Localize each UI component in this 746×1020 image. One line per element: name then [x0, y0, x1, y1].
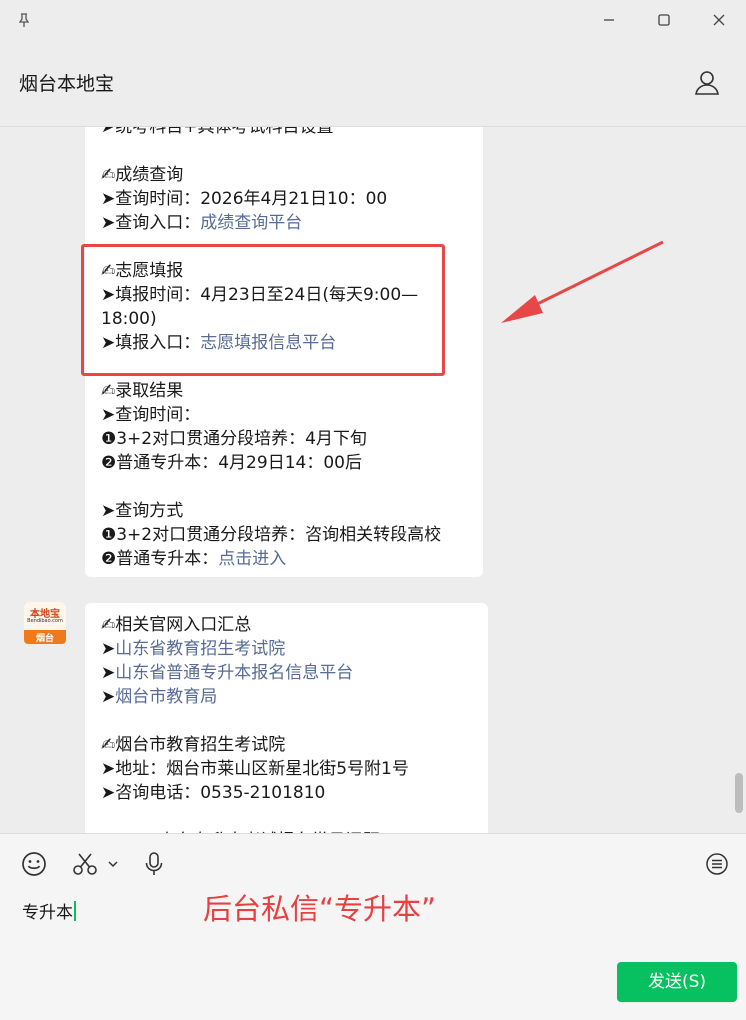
message-line: ➤咨询电话：0535-2101810	[101, 781, 472, 805]
message-line	[101, 805, 472, 829]
message-line-text: ❷普通专升本：4月29日14：00后	[101, 453, 362, 473]
message-bubble: ✍相关官网入口汇总 ➤山东省教育招生考试院 ➤山东省普通专升本报名信息平台 ➤烟台市教…	[85, 603, 488, 833]
message-line-text: ✍相关官网入口汇总	[101, 615, 252, 635]
message-line: ✍相关官网入口汇总	[101, 613, 472, 637]
maximize-icon[interactable]	[652, 8, 676, 32]
send-button[interactable]: 发送(S)	[617, 962, 737, 1002]
composer: 专升本 后台私信“专升本” 发送(S)	[0, 833, 746, 1020]
message-link[interactable]: 烟台市教育局	[115, 687, 217, 707]
avatar-city-tag: 烟台	[35, 634, 54, 644]
message-line: ➤地址：烟台市莱山区新星北街5号附1号	[101, 757, 472, 781]
chat-header: 烟台本地宝	[0, 40, 746, 127]
annotation-arrow-icon	[501, 240, 664, 323]
message-line-text: ➤查询入口：	[101, 213, 201, 233]
message-line: ➤查询时间：	[101, 403, 467, 427]
avatar[interactable]: 本地宝 Bendibao.com 烟台	[24, 602, 66, 644]
message-line-text: ➤查询方式	[101, 501, 184, 521]
message-line-text: ❶3+2对口贯通分段培养：4月下旬	[101, 429, 367, 449]
message-input[interactable]: 专升本	[22, 898, 76, 923]
user-profile-icon[interactable]	[692, 68, 722, 98]
message-line: ➤查询方式	[101, 499, 467, 523]
microphone-icon[interactable]	[142, 850, 166, 878]
message-line: ➤查询时间：2026年4月21日10：00	[101, 187, 467, 211]
message-line: ➤统考科目+具体考试科目设置	[101, 127, 467, 139]
message-line-text: ❶3+2对口贯通分段培养：咨询相关转段高校	[101, 525, 442, 545]
message-line	[101, 475, 467, 499]
message-line: ➤山东省教育招生考试院	[101, 637, 472, 661]
window-titlebar	[0, 0, 746, 40]
message-line: ❶3+2对口贯通分段培养：4月下旬	[101, 427, 467, 451]
message-list[interactable]: ➤统考科目+具体考试科目设置 ✍成绩查询 ➤查询时间：2026年4月21日10：00…	[0, 127, 746, 833]
close-icon[interactable]	[707, 8, 731, 32]
message-line-text: ➤查询时间：	[101, 405, 201, 425]
emoji-icon[interactable]	[20, 850, 48, 878]
text-caret	[74, 901, 76, 921]
message-line-text: ❷普通专升本：	[101, 549, 219, 569]
message-line-text: ➤	[101, 663, 116, 683]
screenshot-scissors-icon[interactable]	[70, 850, 100, 878]
message-line	[101, 709, 472, 733]
message-line: ➤山东省普通专升本报名信息平台	[101, 661, 472, 685]
message-link[interactable]: 成绩查询平台	[200, 213, 302, 233]
message-line-text: ➤	[101, 639, 116, 659]
minimize-icon[interactable]	[597, 8, 621, 32]
message-line: ❷普通专升本：点击进入	[101, 547, 467, 571]
message-line-text: ➤地址：烟台市莱山区新星北街5号附1号	[101, 759, 409, 779]
message-line-text: ➤咨询电话：0535-2101810	[101, 783, 326, 803]
message-line: ➤查询入口：成绩查询平台	[101, 211, 467, 235]
message-line: ✍成绩查询	[101, 163, 467, 187]
message-link[interactable]: 山东省普通专升本报名信息平台	[115, 663, 353, 683]
message-line-text: ✍录取结果	[101, 381, 184, 401]
message-line: ➤烟台市教育局	[101, 685, 472, 709]
chat-title: 烟台本地宝	[19, 73, 115, 95]
annotation-highlight-box	[81, 244, 445, 376]
message-line-text: ✍成绩查询	[101, 165, 184, 185]
message-line-text: ➤	[101, 687, 116, 707]
message-link[interactable]: 点击进入	[218, 549, 286, 569]
pin-icon[interactable]	[12, 8, 36, 32]
message-input-value: 专升本	[22, 903, 73, 923]
message-line: ❷普通专升本：4月29日14：00后	[101, 451, 467, 475]
avatar-logo-sub: Bendibao.com	[27, 618, 63, 624]
chat-scrollbar[interactable]	[735, 773, 743, 813]
message-line: ✍烟台市教育招生考试院	[101, 733, 472, 757]
chevron-down-icon[interactable]	[106, 850, 120, 878]
message-line-text: ➤统考科目+具体考试科目设置	[101, 127, 334, 137]
message-line-text: ➤查询时间：2026年4月21日10：00	[101, 189, 388, 209]
chat-history-icon[interactable]	[704, 850, 730, 878]
promo-annotation-text: 后台私信“专升本”	[203, 892, 437, 926]
message-line-text: ✍烟台市教育招生考试院	[101, 735, 286, 755]
message-line	[101, 139, 467, 163]
message-line: ❶3+2对口贯通分段培养：咨询相关转段高校	[101, 523, 467, 547]
message-link[interactable]: 山东省教育招生考试院	[115, 639, 285, 659]
message-line: ✍录取结果	[101, 379, 467, 403]
